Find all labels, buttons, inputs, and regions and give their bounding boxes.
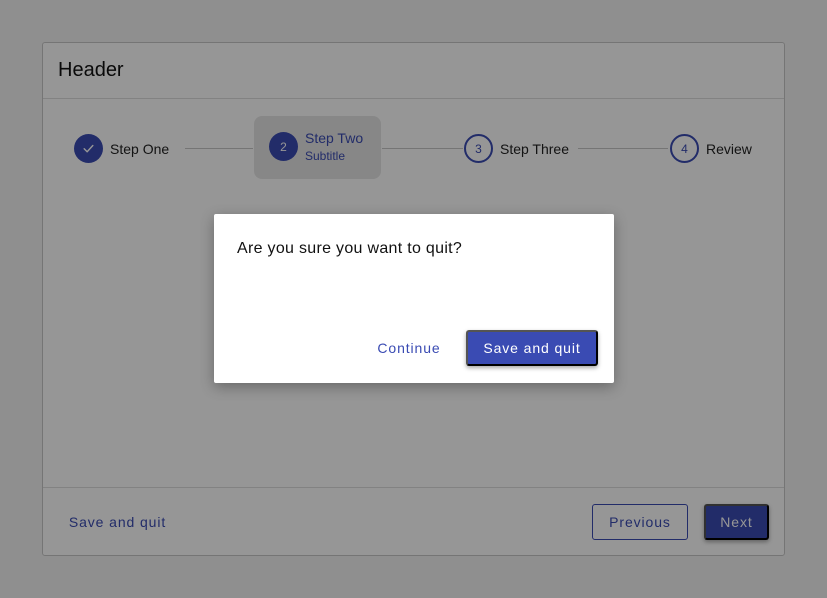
dialog-message: Are you sure you want to quit? (237, 240, 463, 257)
quit-confirmation-dialog: Are you sure you want to quit? Continue … (214, 214, 614, 383)
continue-button[interactable]: Continue (366, 330, 452, 366)
dialog-save-and-quit-button[interactable]: Save and quit (466, 330, 598, 366)
